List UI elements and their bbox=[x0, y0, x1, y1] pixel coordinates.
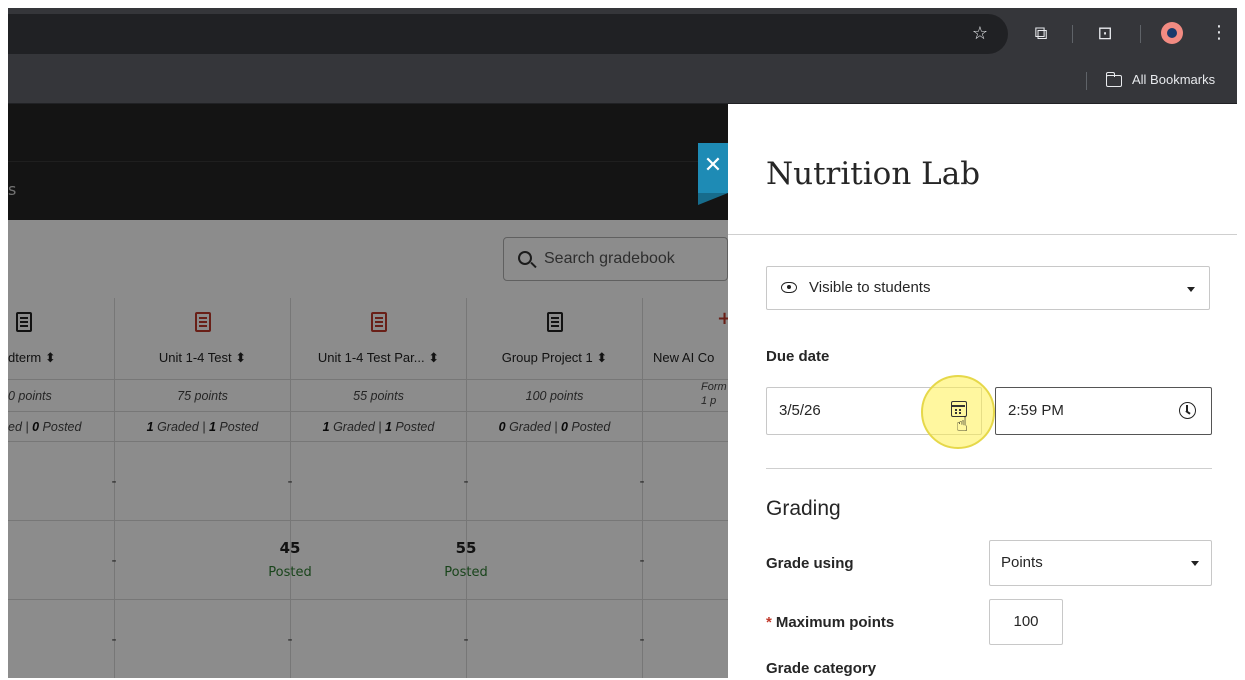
due-time-value: 2:59 PM bbox=[1008, 402, 1064, 419]
address-bar[interactable] bbox=[8, 14, 1008, 54]
maximum-points-label: * Maximum points bbox=[766, 614, 894, 631]
browser-toolbar: ☆ ⧉ ⊡ ⋮ bbox=[8, 8, 1237, 58]
eye-icon bbox=[781, 282, 797, 293]
maximum-points-value: 100 bbox=[1013, 613, 1039, 630]
close-icon: ✕ bbox=[703, 153, 723, 178]
grade-using-label: Grade using bbox=[766, 555, 854, 572]
extensions-icon[interactable]: ⧉ bbox=[1031, 24, 1051, 44]
close-panel-button[interactable]: ✕ bbox=[698, 143, 728, 205]
due-time-input[interactable]: 2:59 PM bbox=[995, 387, 1212, 435]
grade-using-select[interactable]: Points bbox=[989, 540, 1212, 586]
reading-list-icon[interactable]: ⊡ bbox=[1095, 24, 1115, 44]
required-star: * bbox=[766, 614, 772, 631]
chevron-down-icon bbox=[1191, 561, 1199, 566]
grade-category-label: Grade category bbox=[766, 660, 877, 677]
star-icon[interactable]: ☆ bbox=[970, 24, 990, 44]
visibility-value: Visible to students bbox=[809, 279, 931, 296]
due-date-value: 3/5/26 bbox=[779, 402, 821, 419]
all-bookmarks-link[interactable]: All Bookmarks bbox=[1132, 72, 1215, 87]
browser-window: ☆ ⧉ ⊡ ⋮ All Bookmarks s Search gradebook… bbox=[8, 8, 1237, 678]
divider bbox=[728, 234, 1237, 235]
maximum-points-input[interactable]: 100 bbox=[989, 599, 1063, 645]
hand-pointer-icon: ☝ bbox=[956, 412, 969, 436]
toolbar-separator bbox=[1072, 25, 1073, 43]
folder-icon[interactable] bbox=[1105, 72, 1122, 87]
grading-heading: Grading bbox=[766, 497, 841, 520]
bookmarks-bar: All Bookmarks bbox=[8, 58, 1237, 104]
clock-icon[interactable] bbox=[1179, 402, 1196, 419]
toolbar-separator bbox=[1140, 25, 1141, 43]
visibility-select[interactable]: Visible to students bbox=[766, 266, 1210, 310]
chevron-down-icon bbox=[1187, 287, 1195, 292]
panel-title: Nutrition Lab bbox=[766, 156, 981, 192]
modal-backdrop[interactable] bbox=[8, 104, 728, 678]
due-date-label: Due date bbox=[766, 348, 830, 365]
bookmarks-separator bbox=[1086, 72, 1087, 90]
menu-icon[interactable]: ⋮ bbox=[1209, 23, 1229, 43]
profile-avatar[interactable] bbox=[1161, 22, 1183, 44]
item-settings-panel: Nutrition Lab Visible to students Due da… bbox=[728, 104, 1237, 678]
maximum-points-text: Maximum points bbox=[775, 614, 895, 631]
divider bbox=[766, 468, 1212, 469]
grade-using-value: Points bbox=[1001, 554, 1043, 571]
